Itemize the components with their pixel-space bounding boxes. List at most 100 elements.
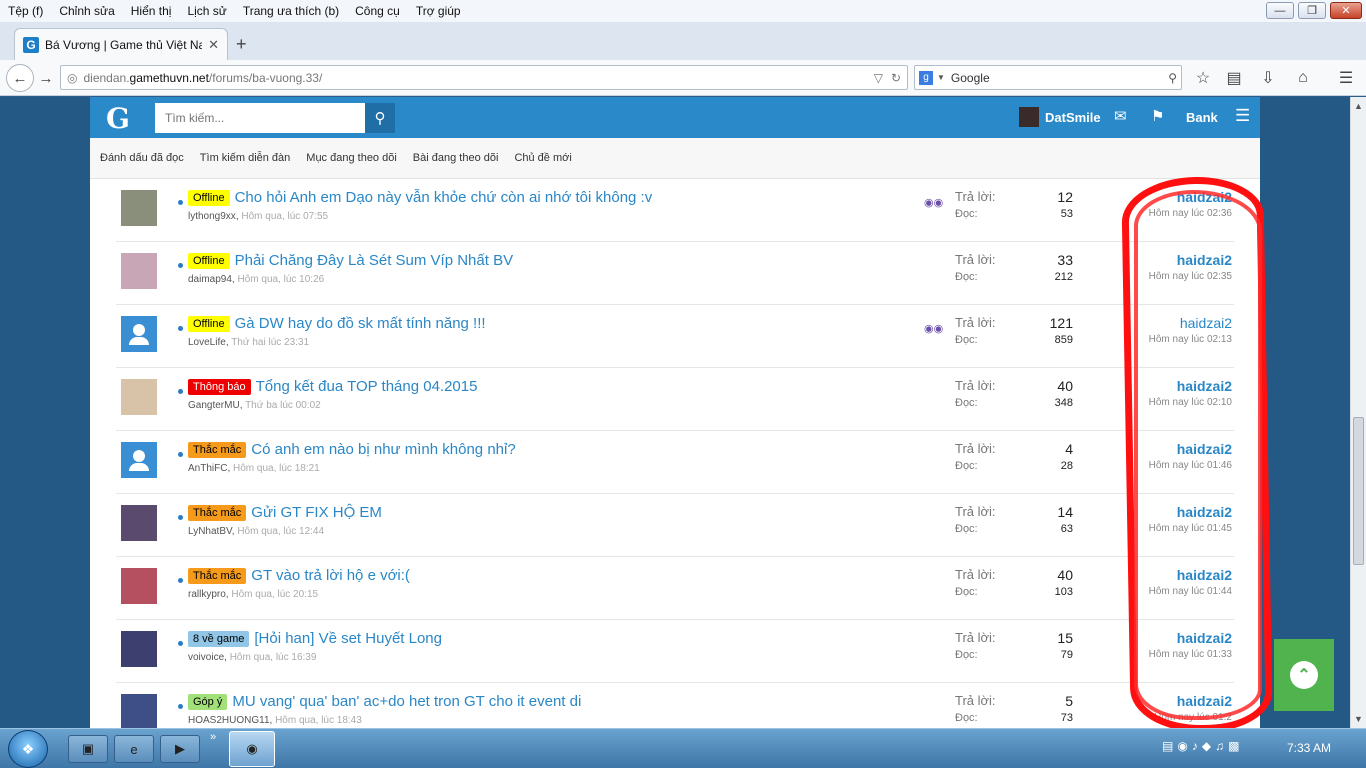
site-search-input[interactable] bbox=[155, 103, 365, 133]
user-menu[interactable]: DatSmile bbox=[1019, 107, 1101, 127]
author-link[interactable]: GangterMU bbox=[188, 400, 240, 411]
author-avatar[interactable] bbox=[121, 253, 157, 289]
author-link[interactable]: LoveLife bbox=[188, 337, 226, 348]
thread-row[interactable]: Góp ý MU vang' qua' ban' ac+do het tron G… bbox=[116, 683, 1234, 728]
media-player-icon[interactable]: ▶ bbox=[160, 735, 200, 763]
thread-title-link[interactable]: MU vang' qua' ban' ac+do het tron GT cho… bbox=[232, 693, 581, 710]
thread-prefix-badge[interactable]: Thắc mắc bbox=[188, 441, 247, 458]
menu-history[interactable]: Lịch sử bbox=[179, 4, 234, 18]
search-forums-link[interactable]: Tìm kiếm diễn đàn bbox=[200, 152, 290, 164]
thread-title-link[interactable]: Gà DW hay do đồ sk mất tính năng !!! bbox=[235, 315, 486, 332]
internet-explorer-icon[interactable]: e bbox=[114, 735, 154, 763]
thread-row[interactable]: Offline Cho hỏi Anh em Dạo này vẫn khỏe c… bbox=[116, 179, 1234, 242]
speaker-icon[interactable]: ♫ bbox=[1215, 739, 1224, 753]
firefox-taskbar-icon[interactable]: ◉ bbox=[229, 731, 275, 767]
google-icon[interactable]: g bbox=[919, 70, 933, 85]
author-avatar[interactable] bbox=[121, 505, 157, 541]
thread-row[interactable]: Thắc mắc GT vào trả lời hộ e với:( rallkyp… bbox=[116, 557, 1234, 620]
search-bar[interactable]: g ▼ Google ⚲ bbox=[914, 65, 1182, 90]
thread-title-link[interactable]: GT vào trả lời hộ e với:( bbox=[251, 567, 410, 584]
author-link[interactable]: daimap94 bbox=[188, 274, 232, 285]
thread-title-link[interactable]: Cho hỏi Anh em Dạo này vẫn khỏe chứ còn … bbox=[235, 189, 653, 206]
download-icon[interactable]: ⇩ bbox=[1256, 66, 1280, 90]
scrollbar-thumb[interactable] bbox=[1353, 417, 1364, 565]
thread-title-link[interactable]: [Hỏi han] Về set Huyết Long bbox=[254, 630, 442, 647]
author-link[interactable]: HOAS2HUONG11 bbox=[188, 715, 270, 726]
dropdown-arrow-icon[interactable]: ▽ bbox=[874, 71, 883, 85]
network-icon[interactable]: ▤ bbox=[1162, 739, 1173, 753]
thread-prefix-badge[interactable]: Thông báo bbox=[188, 378, 251, 395]
scroll-down-icon[interactable]: ▼ bbox=[1354, 714, 1363, 724]
mail-icon[interactable]: ✉ bbox=[1114, 107, 1127, 125]
thread-title-link[interactable]: Gửi GT FIX HỘ EM bbox=[251, 504, 382, 521]
watched-threads-link[interactable]: Bài đang theo dõi bbox=[413, 152, 499, 164]
watched-forums-link[interactable]: Mục đang theo dõi bbox=[306, 152, 397, 164]
minimize-button[interactable]: — bbox=[1266, 2, 1294, 19]
author-avatar[interactable] bbox=[121, 568, 157, 604]
author-link[interactable]: voivoice bbox=[188, 652, 224, 663]
thread-prefix-badge[interactable]: Góp ý bbox=[188, 693, 228, 710]
forward-button[interactable]: → bbox=[38, 66, 54, 90]
search-icon[interactable]: ⚲ bbox=[1168, 71, 1177, 85]
star-icon[interactable]: ☆ bbox=[1191, 66, 1215, 90]
menu-edit[interactable]: Chỉnh sửa bbox=[51, 4, 122, 18]
address-bar[interactable]: ◎ diendan. gamethuvn.net/forums/ba-vuong.… bbox=[60, 65, 908, 90]
new-posts-link[interactable]: Chủ đề mới bbox=[514, 152, 571, 164]
thread-prefix-badge[interactable]: 8 về game bbox=[188, 630, 250, 647]
author-avatar[interactable] bbox=[121, 316, 157, 352]
menu-help[interactable]: Trợ giúp bbox=[408, 4, 469, 18]
tray-app-icon[interactable]: ◉ bbox=[1177, 739, 1187, 753]
site-logo[interactable]: G bbox=[106, 102, 130, 135]
mark-read-link[interactable]: Đánh dấu đã đọc bbox=[100, 152, 184, 164]
thread-prefix-badge[interactable]: Offline bbox=[188, 189, 230, 206]
thread-row[interactable]: Thắc mắc Có anh em nào bị như mình không … bbox=[116, 431, 1234, 494]
site-search-button[interactable]: ⚲ bbox=[365, 103, 395, 133]
thread-row[interactable]: Offline Phải Chăng Đây Là Sét Sum Víp Nhấ… bbox=[116, 242, 1234, 305]
menu-bookmarks[interactable]: Trang ưa thích (b) bbox=[235, 4, 347, 18]
search-engine-dropdown-icon[interactable]: ▼ bbox=[937, 73, 945, 82]
thread-prefix-badge[interactable]: Offline bbox=[188, 315, 230, 332]
menu-icon[interactable]: ☰ bbox=[1334, 66, 1358, 90]
watch-icon[interactable]: ◉◉ bbox=[924, 196, 943, 209]
back-to-top-button[interactable]: ⌃ bbox=[1274, 639, 1334, 711]
author-link[interactable]: lythong9xx bbox=[188, 211, 236, 222]
notification-icon[interactable]: ▩ bbox=[1228, 739, 1239, 753]
thread-row[interactable]: Thông báo Tổng kết đua TOP tháng 04.2015 G… bbox=[116, 368, 1234, 431]
author-avatar[interactable] bbox=[121, 379, 157, 415]
watch-icon[interactable]: ◉◉ bbox=[924, 322, 943, 335]
reload-icon[interactable]: ↻ bbox=[891, 71, 901, 85]
thread-row[interactable]: 8 về game [Hỏi han] Về set Huyết Long voiv… bbox=[116, 620, 1234, 683]
author-avatar[interactable] bbox=[121, 442, 157, 478]
start-button[interactable]: ❖ bbox=[8, 730, 48, 768]
browser-tab[interactable]: G Bá Vương | Game thủ Việt Na... ✕ bbox=[14, 28, 228, 60]
author-link[interactable]: LyNhatBV bbox=[188, 526, 232, 537]
close-window-button[interactable]: ✕ bbox=[1330, 2, 1362, 19]
thread-row[interactable]: Thắc mắc Gửi GT FIX HỘ EM LyNhatBV, Hôm qu… bbox=[116, 494, 1234, 557]
thread-prefix-badge[interactable]: Offline bbox=[188, 252, 230, 269]
home-icon[interactable]: ⌂ bbox=[1291, 66, 1315, 90]
back-button[interactable]: ← bbox=[6, 64, 34, 92]
author-link[interactable]: AnThiFC bbox=[188, 463, 227, 474]
vertical-scrollbar[interactable]: ▲ ▼ bbox=[1350, 97, 1366, 728]
author-avatar[interactable] bbox=[121, 694, 157, 728]
thread-title-link[interactable]: Phải Chăng Đây Là Sét Sum Víp Nhất BV bbox=[235, 252, 514, 269]
clock[interactable]: 7:33 AM bbox=[1287, 741, 1331, 755]
menu-view[interactable]: Hiển thị bbox=[123, 4, 180, 18]
menu-tools[interactable]: Công cụ bbox=[347, 4, 408, 18]
thread-title-link[interactable]: Tổng kết đua TOP tháng 04.2015 bbox=[256, 378, 478, 395]
flag-icon[interactable]: ⚑ bbox=[1151, 107, 1164, 125]
author-avatar[interactable] bbox=[121, 190, 157, 226]
volume-icon[interactable]: ♪ bbox=[1192, 739, 1198, 753]
scroll-up-icon[interactable]: ▲ bbox=[1354, 101, 1363, 111]
bank-link[interactable]: Bank bbox=[1186, 110, 1218, 125]
thread-row[interactable]: Offline Gà DW hay do đồ sk mất tính năng … bbox=[116, 305, 1234, 368]
shield-icon[interactable]: ◆ bbox=[1202, 739, 1211, 753]
new-tab-button[interactable]: + bbox=[236, 34, 247, 55]
thread-title-link[interactable]: Có anh em nào bị như mình không nhỉ? bbox=[251, 441, 515, 458]
thread-prefix-badge[interactable]: Thắc mắc bbox=[188, 504, 247, 521]
author-link[interactable]: rallkypro bbox=[188, 589, 226, 600]
bookmarks-icon[interactable]: ▤ bbox=[1222, 66, 1246, 90]
thread-prefix-badge[interactable]: Thắc mắc bbox=[188, 567, 247, 584]
menu-file[interactable]: Tệp (f) bbox=[0, 4, 51, 18]
author-avatar[interactable] bbox=[121, 631, 157, 667]
